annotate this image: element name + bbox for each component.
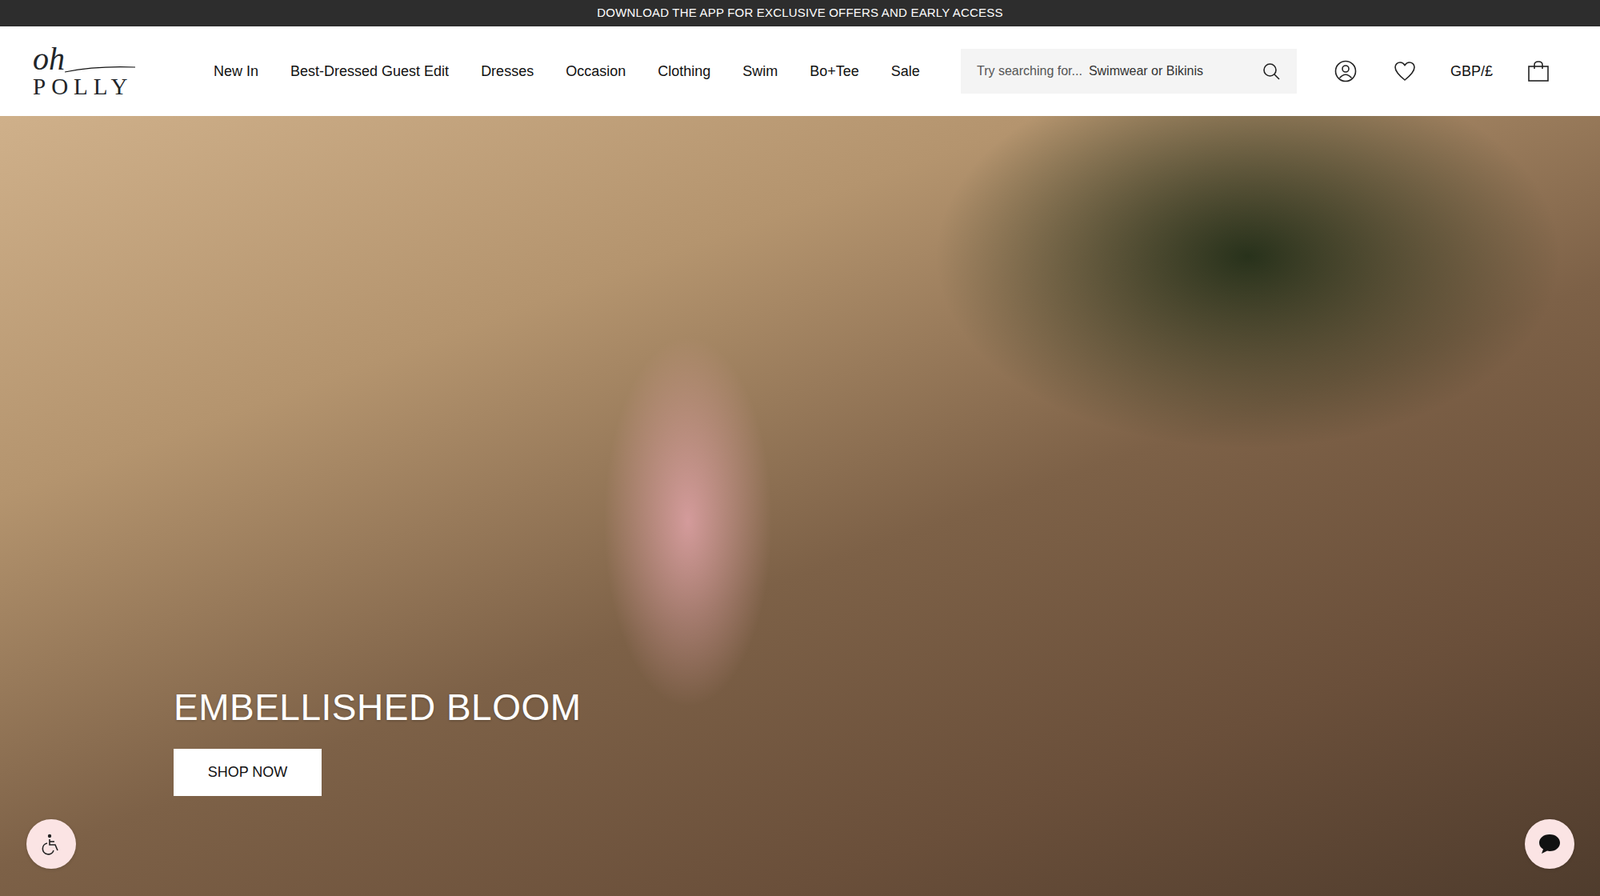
logo[interactable]: oh POLLY [32, 44, 153, 99]
main-nav: New In Best-Dressed Guest Edit Dresses Occa… [213, 60, 920, 83]
nav-item[interactable]: Sale [891, 60, 920, 83]
logo-wordmark: POLLY [32, 75, 134, 99]
shopping-bag-icon[interactable] [1524, 57, 1552, 85]
nav-item[interactable]: Clothing [657, 60, 711, 83]
nav-item[interactable]: Swim [742, 60, 778, 83]
hero-title: EMBELLISHED BLOOM [173, 685, 582, 730]
logo-swash-icon [64, 62, 137, 74]
wishlist-heart-icon[interactable] [1391, 57, 1419, 85]
site-header: oh POLLY New In Best-Dressed Guest Edit Dr… [0, 26, 1600, 116]
nav-item[interactable]: Occasion [565, 60, 626, 83]
nav-item[interactable]: Best-Dressed Guest Edit [290, 60, 449, 83]
hero-banner: EMBELLISHED BLOOM SHOP NOW [0, 116, 1600, 896]
promo-banner-text[interactable]: DOWNLOAD THE APP FOR EXCLUSIVE OFFERS AN… [596, 4, 1003, 23]
promo-banner[interactable]: DOWNLOAD THE APP FOR EXCLUSIVE OFFERS AN… [0, 0, 1600, 27]
accessibility-icon[interactable] [26, 819, 76, 869]
account-icon[interactable] [1332, 57, 1360, 85]
currency-selector[interactable]: GBP/£ [1450, 60, 1493, 83]
logo-top: oh [32, 44, 137, 74]
search-placeholder: Try searching for... [976, 61, 1083, 81]
shop-now-button[interactable]: SHOP NOW [173, 748, 322, 796]
nav-item[interactable]: Dresses [480, 60, 534, 83]
nav-item[interactable]: Bo+Tee [809, 60, 860, 83]
search-field[interactable]: Try searching for... Swimwear or Bikinis [960, 48, 1297, 94]
logo-script: oh [32, 44, 65, 74]
search-suggestion: Swimwear or Bikinis [1088, 61, 1204, 81]
chat-icon[interactable] [1524, 819, 1575, 869]
header-actions: Try searching for... Swimwear or Bikinis… [960, 48, 1552, 94]
search-icon[interactable] [1261, 61, 1281, 81]
nav-item[interactable]: New In [213, 60, 259, 83]
